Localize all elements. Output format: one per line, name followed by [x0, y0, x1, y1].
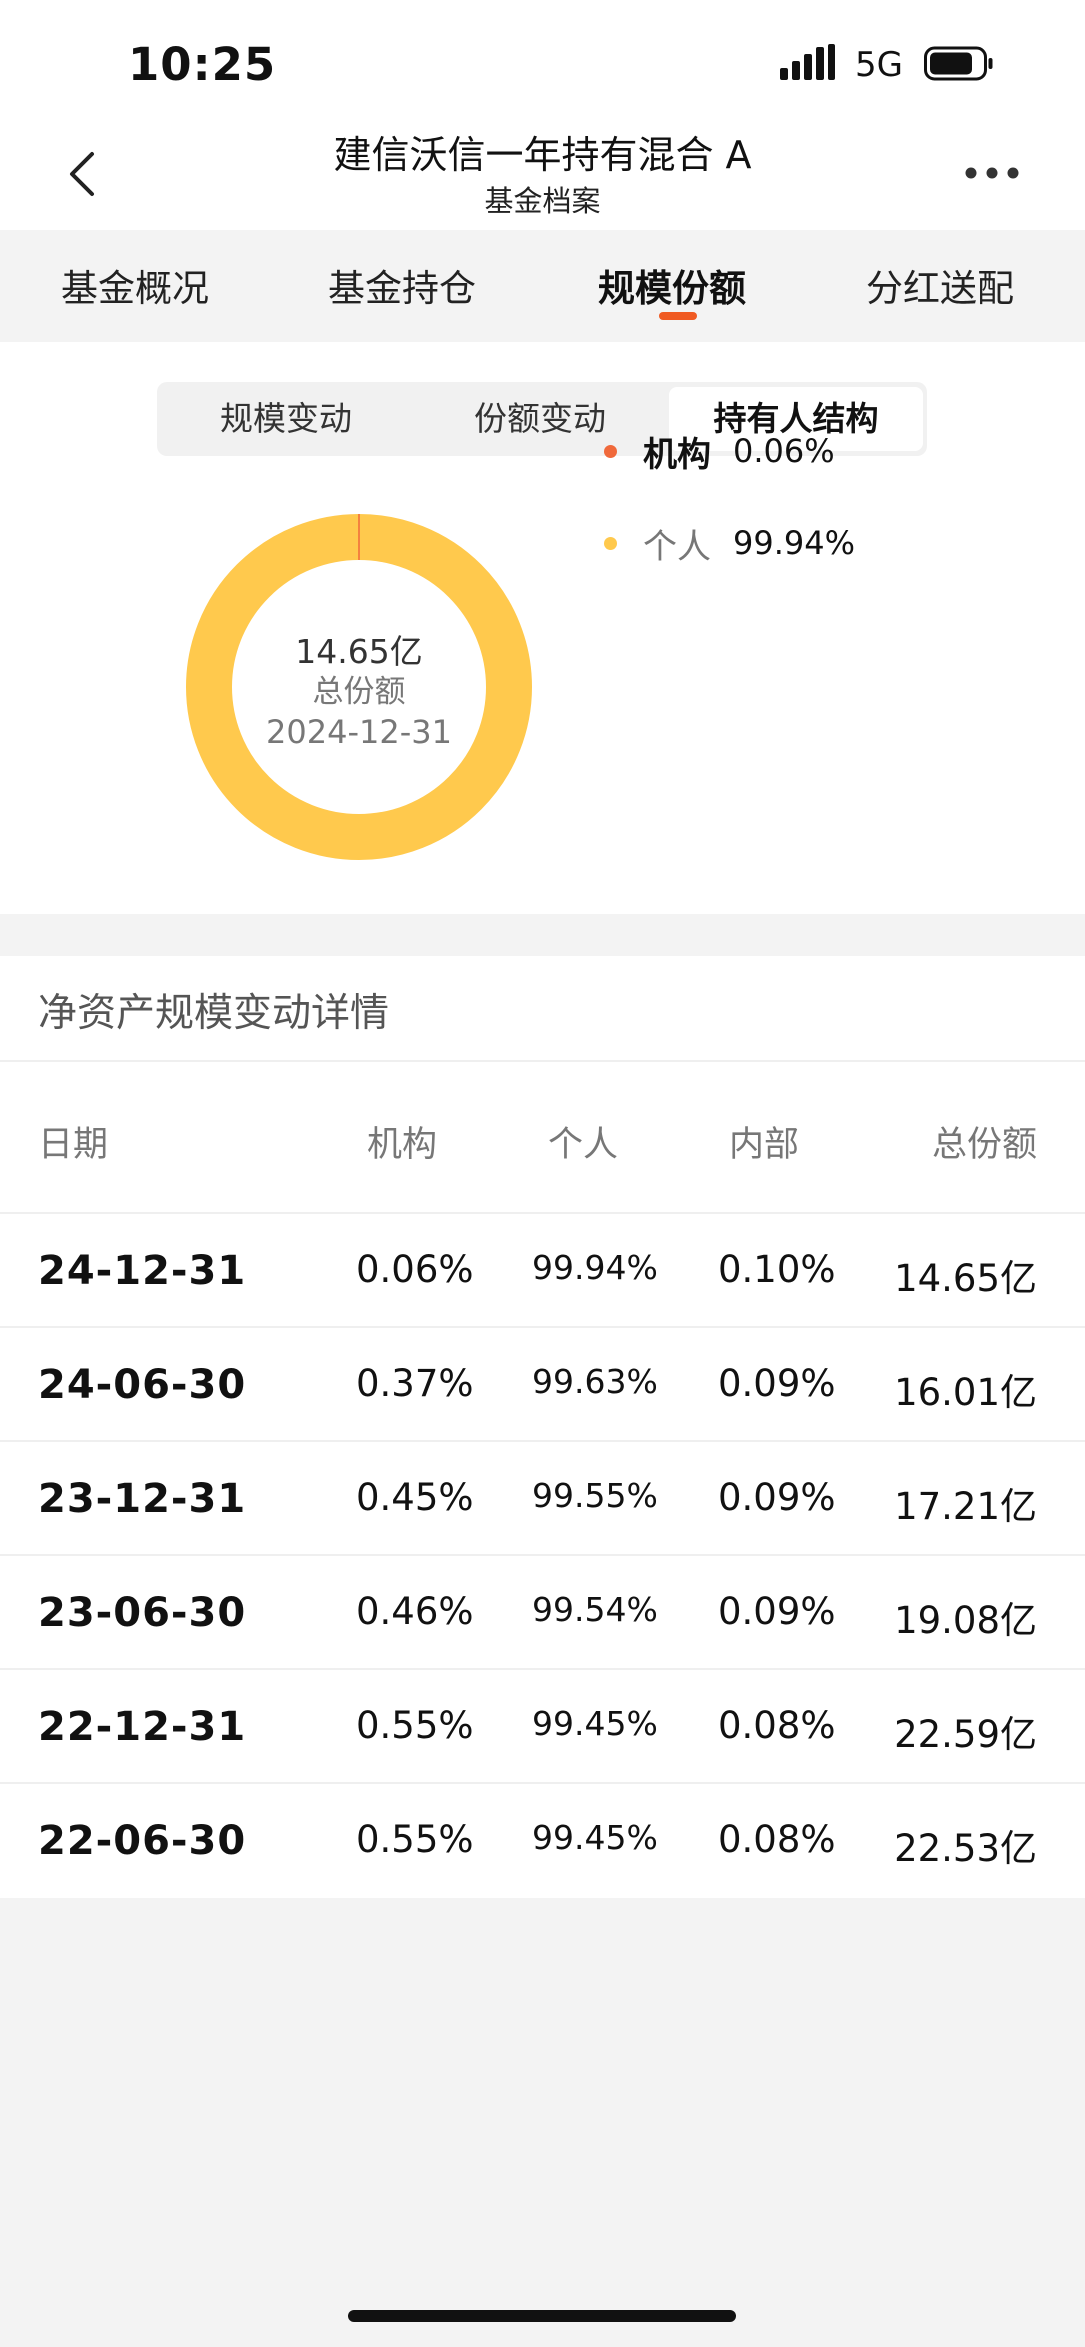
cell-institution: 0.06% [356, 1248, 474, 1291]
header-date: 日期 [38, 1125, 109, 1165]
cell-internal: 0.09% [718, 1590, 836, 1633]
tab-fund-overview[interactable]: 基金概况 [61, 258, 209, 312]
cell-date: 24-06-30 [38, 1362, 247, 1408]
legend-label: 个人 [643, 526, 711, 567]
segment-scale-change[interactable]: 规模变动 [161, 387, 411, 451]
status-time: 10:25 [128, 38, 277, 91]
cell-date: 23-12-31 [38, 1476, 247, 1522]
cell-internal: 0.08% [718, 1818, 836, 1861]
scale-change-details: 净资产规模变动详情 日期 机构 个人 内部 总份额 24-12-31 0.06% 9… [0, 956, 1085, 1898]
header-individual: 个人 [548, 1125, 619, 1165]
table-row[interactable]: 24-12-31 0.06% 99.94% 0.10% 14.65亿 [0, 1212, 1085, 1326]
cell-internal: 0.10% [718, 1248, 836, 1291]
legend-value: 0.06% [733, 432, 835, 470]
legend-dot-institution [604, 444, 617, 458]
table-row[interactable]: 23-12-31 0.45% 99.55% 0.09% 17.21亿 [0, 1440, 1085, 1554]
home-indicator [348, 2310, 736, 2322]
cell-institution: 0.46% [356, 1590, 474, 1633]
total-shares-label: 总份额 [312, 674, 406, 710]
cell-internal: 0.09% [718, 1476, 836, 1519]
cell-total-shares: 14.65亿 [894, 1257, 1037, 1300]
legend-item-individual: 个人 99.94% [604, 518, 855, 568]
holder-structure-card: 规模变动 份额变动 持有人结构 14.65亿 总份额 2024-12-31 机构… [0, 342, 1085, 914]
table-row[interactable]: 24-06-30 0.37% 99.63% 0.09% 16.01亿 [0, 1326, 1085, 1440]
cell-institution: 0.37% [356, 1362, 474, 1405]
cell-total-shares: 22.53亿 [894, 1827, 1037, 1870]
cell-internal: 0.08% [718, 1704, 836, 1747]
battery-icon [924, 46, 993, 81]
cell-individual: 99.94% [532, 1248, 658, 1287]
cell-total-shares: 19.08亿 [894, 1599, 1037, 1642]
network-type: 5G [855, 45, 903, 85]
cell-date: 22-12-31 [38, 1704, 247, 1750]
report-date: 2024-12-31 [266, 713, 452, 751]
page-title: 建信沃信一年持有混合 A [333, 133, 752, 177]
cell-institution: 0.55% [356, 1704, 474, 1747]
table-row[interactable]: 23-06-30 0.46% 99.54% 0.09% 19.08亿 [0, 1554, 1085, 1668]
cell-individual: 99.45% [532, 1818, 658, 1857]
cell-institution: 0.55% [356, 1818, 474, 1861]
cell-total-shares: 17.21亿 [894, 1485, 1037, 1528]
nav-bar: 建信沃信一年持有混合 A 基金档案 [0, 118, 1085, 230]
legend-item-institution: 机构 0.06% [604, 426, 835, 476]
page-subtitle: 基金档案 [484, 184, 601, 218]
signal-icon [780, 44, 835, 80]
cell-date: 23-06-30 [38, 1590, 247, 1636]
cell-individual: 99.54% [532, 1590, 658, 1629]
tab-scale-shares[interactable]: 规模份额 [598, 258, 746, 312]
legend-dot-individual [604, 536, 617, 550]
cell-individual: 99.55% [532, 1476, 658, 1515]
tab-bar: 基金概况 基金持仓 规模份额 分红送配 [0, 230, 1085, 342]
cell-total-shares: 16.01亿 [894, 1371, 1037, 1414]
more-options-icon[interactable] [964, 160, 1020, 186]
cell-internal: 0.09% [718, 1362, 836, 1405]
active-tab-indicator [659, 312, 697, 320]
tab-fund-holdings[interactable]: 基金持仓 [328, 258, 476, 312]
legend-value: 99.94% [733, 524, 856, 562]
header-total-shares: 总份额 [931, 1125, 1037, 1165]
status-bar: 10:25 5G [0, 0, 1085, 118]
legend-label: 机构 [643, 434, 711, 475]
cell-individual: 99.63% [532, 1362, 658, 1401]
cell-institution: 0.45% [356, 1476, 474, 1519]
header-internal: 内部 [729, 1125, 800, 1165]
cell-date: 24-12-31 [38, 1248, 247, 1294]
header-institution: 机构 [367, 1125, 438, 1165]
cell-total-shares: 22.59亿 [894, 1713, 1037, 1756]
table-row[interactable]: 22-06-30 0.55% 99.45% 0.08% 22.53亿 [0, 1782, 1085, 1896]
section-title: 净资产规模变动详情 [38, 991, 390, 1036]
cell-individual: 99.45% [532, 1704, 658, 1743]
donut-center-label: 14.65亿 总份额 2024-12-31 [186, 632, 532, 752]
total-shares-value: 14.65亿 [295, 632, 423, 671]
table-header: 日期 机构 个人 内部 总份额 [0, 1062, 1085, 1212]
tab-dividends[interactable]: 分红送配 [866, 258, 1014, 312]
table-row[interactable]: 22-12-31 0.55% 99.45% 0.08% 22.59亿 [0, 1668, 1085, 1782]
cell-date: 22-06-30 [38, 1818, 247, 1864]
